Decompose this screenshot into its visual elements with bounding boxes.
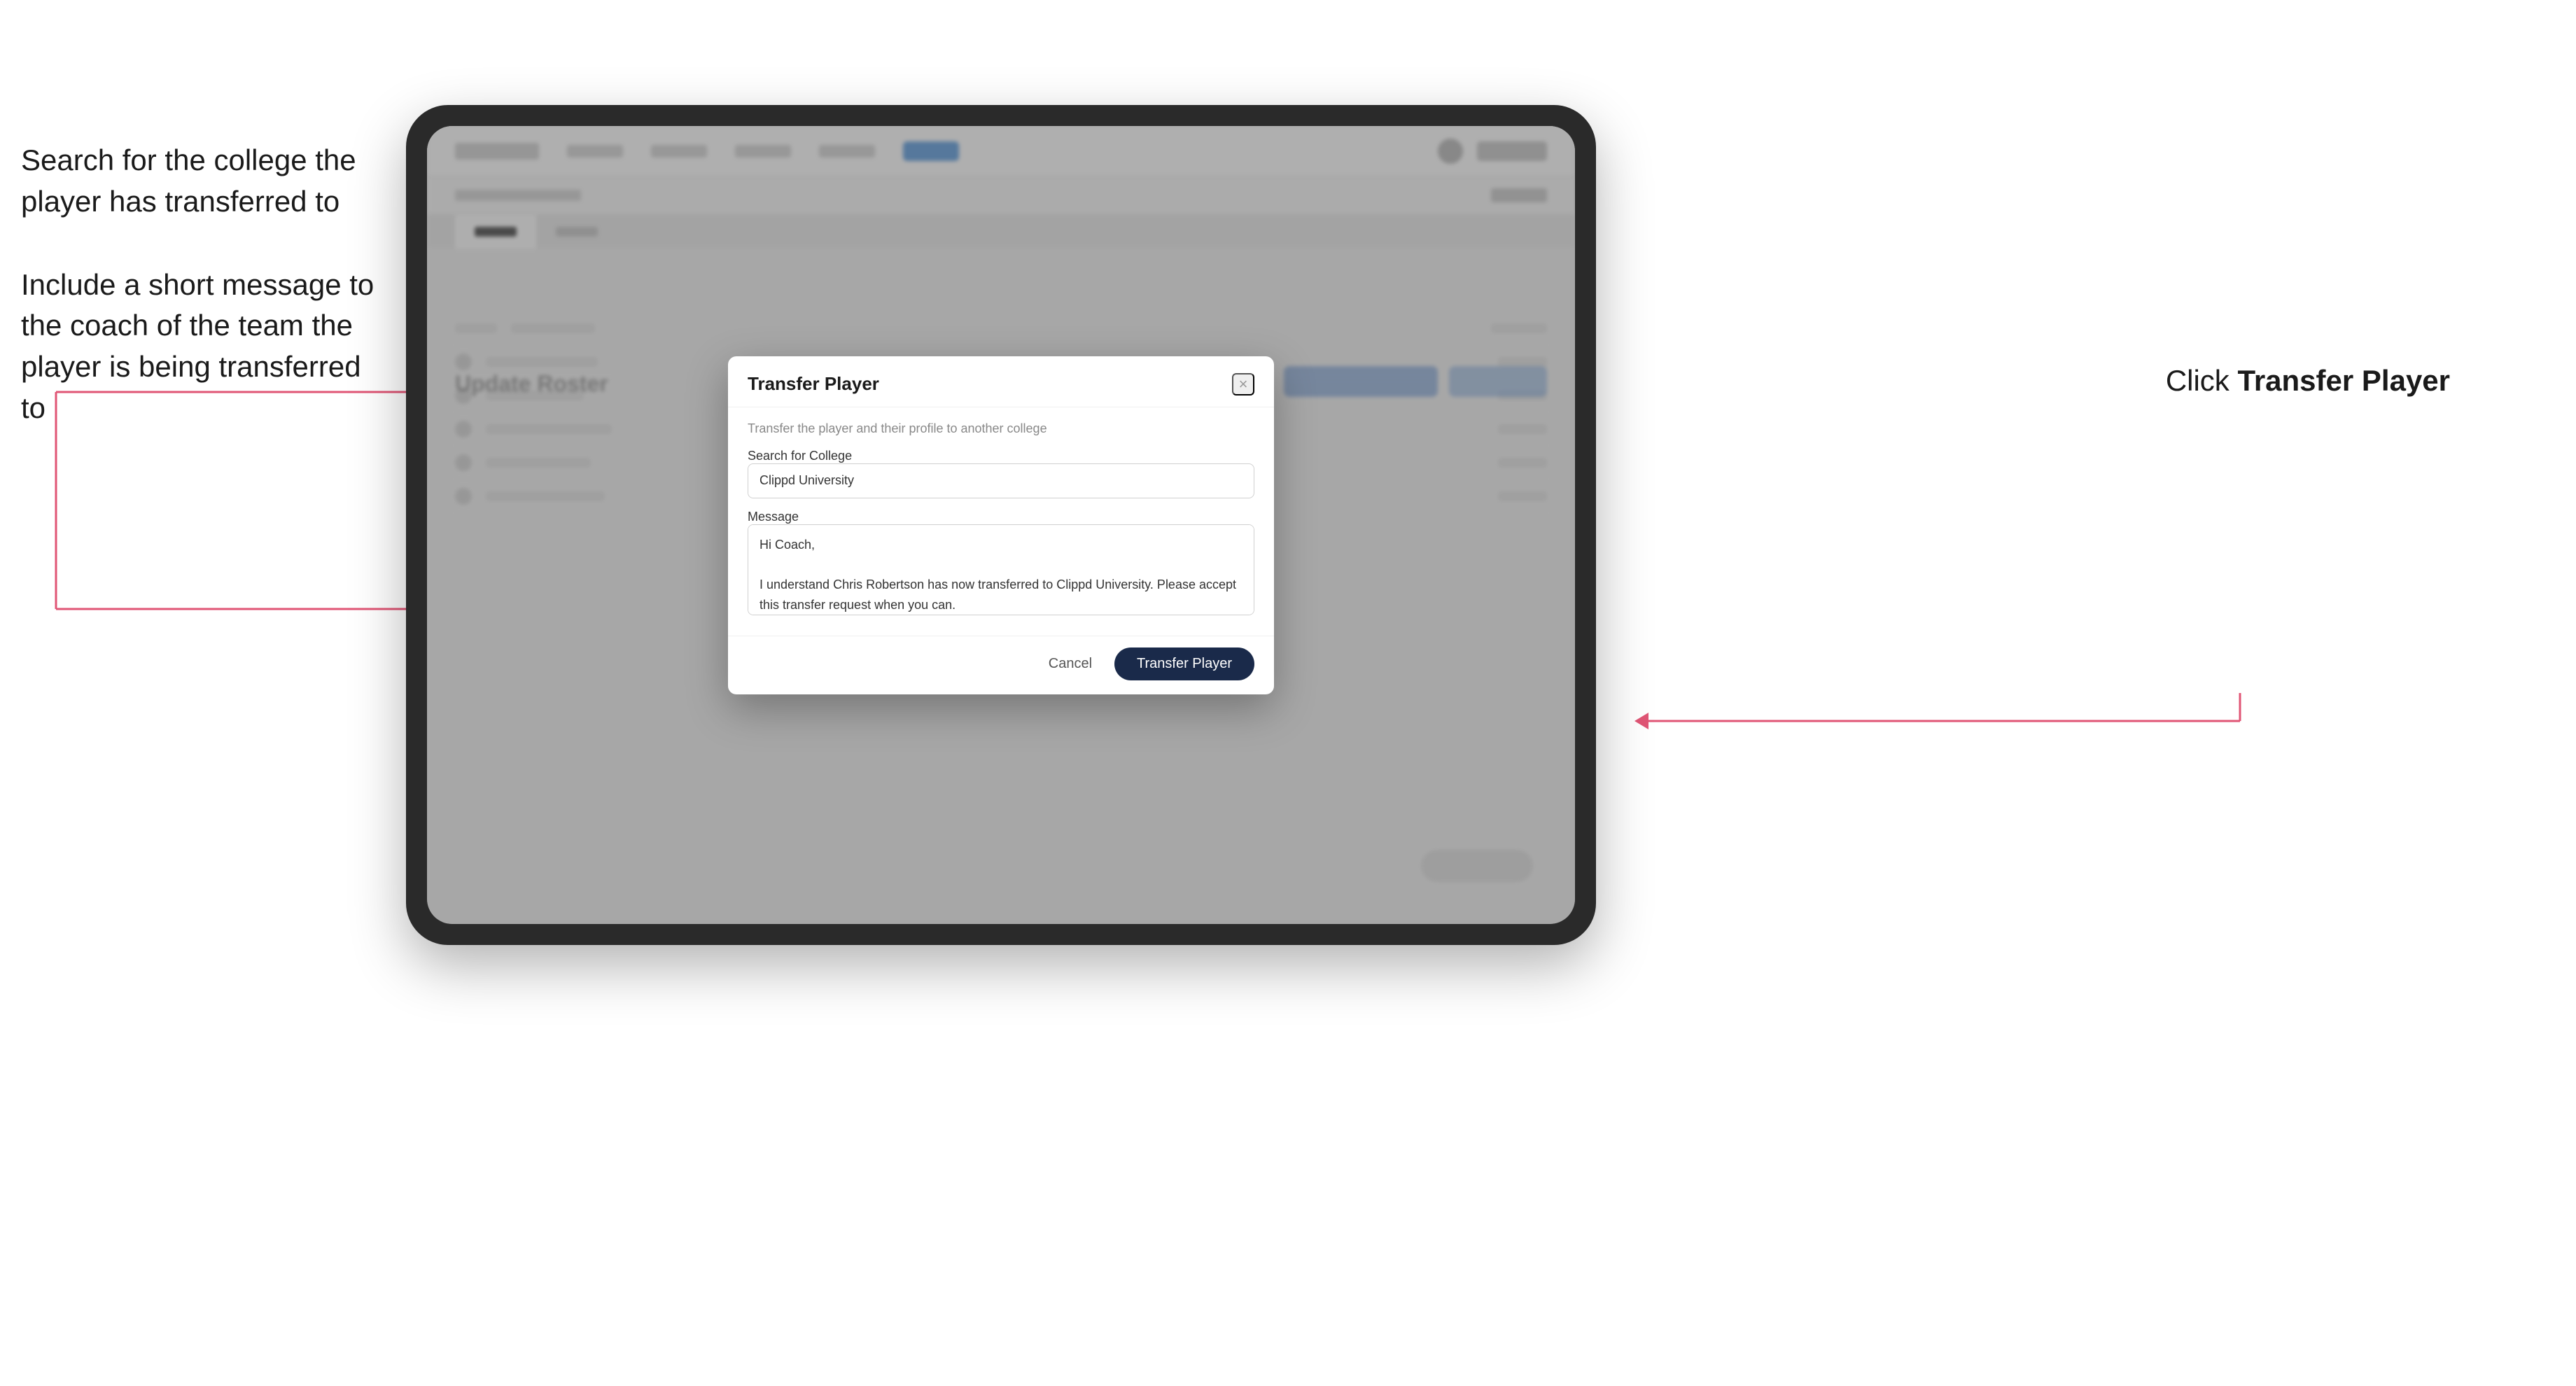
annotation-transfer-bold: Transfer Player [2237, 364, 2450, 397]
tablet-screen: Update Roster [427, 126, 1575, 924]
search-college-label: Search for College [748, 449, 852, 463]
transfer-player-button[interactable]: Transfer Player [1114, 648, 1254, 680]
cancel-button[interactable]: Cancel [1037, 649, 1103, 679]
annotation-message-text: Include a short message to the coach of … [21, 265, 385, 429]
modal-footer: Cancel Transfer Player [728, 636, 1274, 694]
modal-header: Transfer Player × [728, 356, 1274, 407]
search-college-input[interactable] [748, 463, 1254, 498]
message-textarea[interactable]: Hi Coach, I understand Chris Robertson h… [748, 524, 1254, 615]
modal-body: Transfer the player and their profile to… [728, 407, 1274, 636]
transfer-player-modal: Transfer Player × Transfer the player an… [728, 356, 1274, 694]
modal-subtitle-text: Transfer the player and their profile to… [748, 421, 1254, 436]
message-label: Message [748, 510, 799, 524]
left-annotations: Search for the college the player has tr… [21, 140, 385, 471]
annotation-click-text: Click [2166, 364, 2238, 397]
modal-close-button[interactable]: × [1232, 373, 1254, 396]
modal-title: Transfer Player [748, 373, 879, 395]
tablet-device: Update Roster [406, 105, 1596, 945]
annotation-search-text: Search for the college the player has tr… [21, 140, 385, 223]
right-annotation: Click Transfer Player [2166, 364, 2450, 398]
modal-overlay: Transfer Player × Transfer the player an… [427, 126, 1575, 924]
